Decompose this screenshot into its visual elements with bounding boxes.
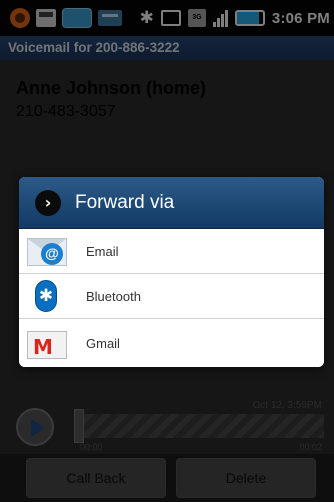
option-bluetooth[interactable]: ✱ Bluetooth — [19, 274, 324, 319]
option-label: Bluetooth — [86, 288, 141, 304]
gmail-icon: M — [23, 323, 69, 363]
email-icon: @ — [23, 231, 69, 271]
option-email[interactable]: @ Email — [19, 229, 324, 274]
dialog-title: Forward via — [75, 191, 175, 213]
option-label: Gmail — [86, 335, 120, 351]
forward-arrow-icon: › — [35, 189, 61, 216]
option-gmail[interactable]: M Gmail — [19, 319, 324, 367]
option-label: Email — [86, 243, 119, 259]
forward-via-dialog: › Forward via @ Email ✱ Bluetooth M Gmai… — [19, 177, 324, 367]
dialog-header: › Forward via — [19, 177, 324, 229]
bluetooth-icon: ✱ — [23, 276, 69, 316]
